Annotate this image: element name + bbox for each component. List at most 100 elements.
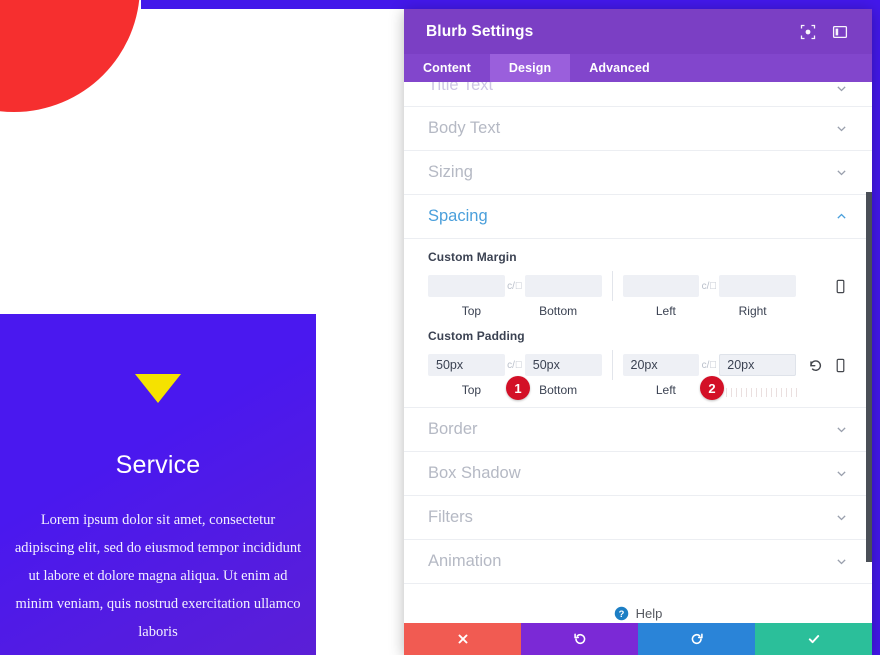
- blurb-module-preview[interactable]: Service Lorem ipsum dolor sit amet, cons…: [0, 314, 316, 655]
- padding-top-input[interactable]: [428, 354, 505, 376]
- section-box-shadow-label: Box Shadow: [428, 464, 521, 482]
- spacing-section-body: Custom Margin c/⃝ c/⃝ Top Bottom Left Ri…: [404, 239, 872, 408]
- help-label: Help: [635, 606, 663, 621]
- modal-title: Blurb Settings: [426, 22, 534, 40]
- padding-vertical-pair: c/⃝: [428, 354, 602, 376]
- save-button[interactable]: [755, 623, 872, 655]
- slider-track-ticks[interactable]: [726, 388, 798, 397]
- chevron-down-icon: [837, 86, 846, 92]
- preview-top-blue-strip: [141, 0, 880, 9]
- broken-link-icon[interactable]: c/⃝: [699, 281, 719, 292]
- padding-right-input[interactable]: [719, 354, 796, 376]
- section-sizing-label: Sizing: [428, 163, 473, 181]
- chevron-down-icon: [837, 515, 846, 521]
- panel-layout-icon[interactable]: [832, 24, 848, 40]
- custom-margin-label: Custom Margin: [428, 250, 517, 264]
- redo-button[interactable]: [638, 623, 755, 655]
- custom-margin-inputs: c/⃝ c/⃝: [404, 271, 872, 301]
- tab-advanced[interactable]: Advanced: [570, 54, 669, 82]
- padding-left-input[interactable]: [622, 354, 700, 376]
- margin-bottom-caption: Bottom: [539, 304, 578, 318]
- section-spacing-label: Spacing: [428, 207, 488, 225]
- padding-left-caption: Left: [655, 383, 676, 397]
- padding-bottom-input[interactable]: [524, 354, 602, 376]
- annotation-badge-1: 1: [506, 376, 530, 400]
- custom-padding-captions: Top Bottom Left 1 2: [404, 376, 872, 400]
- chevron-down-icon: [837, 471, 846, 477]
- check-icon: [808, 635, 819, 644]
- question-circle-icon: ?: [614, 606, 628, 621]
- chevron-down-icon: [837, 170, 846, 176]
- modal-body: Title Text Body Text Sizing Spacing Cust…: [404, 82, 872, 623]
- close-icon: [458, 634, 467, 644]
- section-box-shadow[interactable]: Box Shadow: [404, 452, 872, 496]
- margin-row-actions: [796, 279, 848, 294]
- divider: [611, 350, 613, 380]
- mobile-device-icon[interactable]: [833, 358, 848, 373]
- margin-bottom-input[interactable]: [524, 275, 602, 297]
- broken-link-icon[interactable]: c/⃝: [505, 360, 525, 371]
- custom-padding-inputs: c/⃝ c/⃝: [404, 350, 872, 380]
- tab-content[interactable]: Content: [404, 54, 490, 82]
- help-link[interactable]: ? Help: [404, 584, 872, 621]
- custom-margin-captions: Top Bottom Left Right: [404, 301, 872, 318]
- modal-header: Blurb Settings: [404, 9, 872, 54]
- margin-vertical-pair: c/⃝: [428, 275, 602, 297]
- margin-top-input[interactable]: [428, 275, 505, 297]
- chevron-down-icon: [837, 427, 846, 433]
- margin-right-input[interactable]: [719, 275, 796, 297]
- margin-top-caption: Top: [461, 304, 482, 318]
- divider: [612, 383, 613, 397]
- margin-left-input[interactable]: [622, 275, 700, 297]
- scrollbar-thumb[interactable]: [866, 192, 872, 562]
- section-filters[interactable]: Filters: [404, 496, 872, 540]
- divider: [611, 271, 613, 301]
- cancel-button[interactable]: [404, 623, 521, 655]
- focus-icon[interactable]: [800, 24, 816, 40]
- padding-top-caption: Top: [461, 383, 482, 397]
- padding-horizontal-pair: c/⃝: [622, 354, 796, 376]
- section-animation[interactable]: Animation: [404, 540, 872, 584]
- padding-row-actions: [796, 358, 848, 373]
- section-body-text-label: Body Text: [428, 119, 501, 137]
- modal-header-icons: [800, 24, 856, 40]
- blurb-title: Service: [115, 451, 201, 479]
- blurb-settings-modal: Blurb Settings Content Design Advanced T…: [404, 9, 872, 655]
- chevron-down-icon: [837, 559, 846, 565]
- annotation-badge-2: 2: [700, 376, 724, 400]
- undo-button[interactable]: [521, 623, 638, 655]
- tab-design[interactable]: Design: [489, 54, 571, 82]
- chevron-up-icon: [837, 213, 846, 219]
- redo-icon: [691, 633, 703, 645]
- margin-vertical-captions: Top Bottom: [428, 304, 602, 318]
- section-title-text[interactable]: Title Text: [404, 82, 872, 107]
- margin-left-caption: Left: [655, 304, 676, 318]
- undo-icon: [573, 633, 585, 645]
- mobile-device-icon[interactable]: [833, 279, 848, 294]
- broken-link-icon[interactable]: c/⃝: [505, 281, 525, 292]
- broken-link-icon[interactable]: c/⃝: [699, 360, 719, 371]
- custom-padding-label: Custom Padding: [428, 329, 525, 343]
- section-title-text-label: Title Text: [428, 82, 494, 94]
- margin-horizontal-captions: Left Right: [623, 304, 797, 318]
- settings-scrollbar[interactable]: [866, 82, 872, 623]
- margin-right-caption: Right: [738, 304, 767, 318]
- section-body-text[interactable]: Body Text: [404, 107, 872, 151]
- section-spacing[interactable]: Spacing: [404, 195, 872, 239]
- margin-horizontal-pair: c/⃝: [622, 275, 796, 297]
- section-border-label: Border: [428, 420, 478, 438]
- modal-tabs: Content Design Advanced: [404, 54, 872, 82]
- modal-footer: [404, 623, 872, 655]
- reset-icon[interactable]: [808, 358, 823, 373]
- svg-text:?: ?: [618, 609, 624, 619]
- section-filters-label: Filters: [428, 508, 473, 526]
- triangle-down-icon: [135, 374, 181, 403]
- chevron-down-icon: [837, 126, 846, 132]
- divider: [612, 304, 613, 318]
- settings-scroll-area: Title Text Body Text Sizing Spacing Cust…: [404, 82, 872, 623]
- section-border[interactable]: Border: [404, 408, 872, 452]
- blurb-body-text: Lorem ipsum dolor sit amet, consectetur …: [14, 512, 302, 640]
- section-sizing[interactable]: Sizing: [404, 151, 872, 195]
